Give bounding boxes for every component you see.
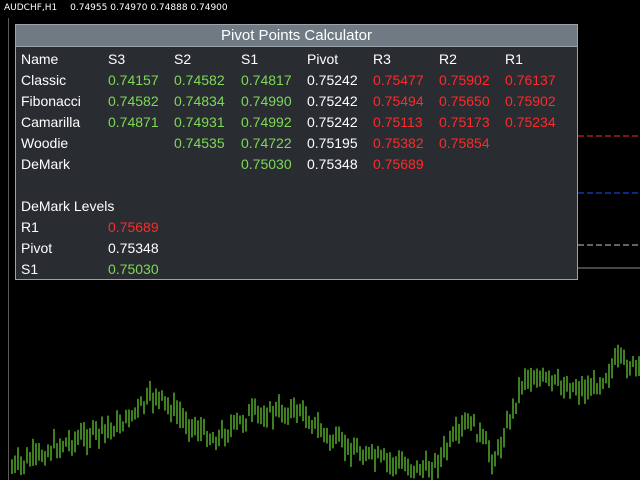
classic-r1: 0.76137	[505, 72, 556, 88]
classic-r3: 0.75477	[373, 72, 424, 88]
fibonacci-r3: 0.75494	[373, 93, 424, 109]
panel-title[interactable]: Pivot Points Calculator	[16, 25, 577, 47]
header-r2: R2	[439, 51, 457, 67]
classic-s3: 0.74157	[108, 72, 159, 88]
camarilla-r2: 0.75173	[439, 114, 490, 130]
woodie-r2: 0.75854	[439, 135, 490, 151]
fibonacci-s3: 0.74582	[108, 93, 159, 109]
demark-r3: 0.75689	[373, 156, 424, 172]
fibonacci-r2: 0.75650	[439, 93, 490, 109]
classic-r2: 0.75902	[439, 72, 490, 88]
fibonacci-s1: 0.74990	[241, 93, 292, 109]
camarilla-s1: 0.74992	[241, 114, 292, 130]
woodie-pivot: 0.75195	[307, 135, 358, 151]
classic-pivot: 0.75242	[307, 72, 358, 88]
camarilla-s2: 0.74931	[174, 114, 225, 130]
woodie-r3: 0.75382	[373, 135, 424, 151]
chart-window[interactable]: AUDCHF,H1 0.74955 0.74970 0.74888 0.7490…	[0, 0, 640, 480]
header-s3: S3	[108, 51, 126, 67]
header-s2: S2	[174, 51, 192, 67]
row-name-camarilla: Camarilla	[21, 114, 81, 130]
ohlc-close: 0.74900	[190, 3, 228, 13]
demark-s1: 0.75030	[241, 156, 292, 172]
header-s1: S1	[241, 51, 259, 67]
fibonacci-s2: 0.74834	[174, 93, 225, 109]
woodie-s2: 0.74535	[174, 135, 225, 151]
chart-symbol: AUDCHF,H1	[4, 3, 58, 13]
camarilla-r1: 0.75234	[505, 114, 556, 130]
pivot-points-panel[interactable]: Pivot Points Calculator Name S3 S2 S1 Pi…	[15, 24, 578, 280]
demark-level-s1-value: 0.75030	[108, 261, 159, 277]
camarilla-pivot: 0.75242	[307, 114, 358, 130]
header-r1: R1	[505, 51, 523, 67]
demark-level-r1-label: R1	[21, 219, 39, 235]
row-name-demark: DeMark	[21, 156, 71, 172]
ohlc-low: 0.74888	[150, 3, 188, 13]
camarilla-s3: 0.74871	[108, 114, 159, 130]
row-name-classic: Classic	[21, 72, 67, 88]
chart-header: AUDCHF,H1 0.74955 0.74970 0.74888 0.7490…	[4, 3, 228, 13]
ohlc-open: 0.74955	[70, 3, 108, 13]
fibonacci-pivot: 0.75242	[307, 93, 358, 109]
header-name: Name	[21, 51, 59, 67]
demark-level-pivot-label: Pivot	[21, 240, 53, 256]
header-pivot: Pivot	[307, 51, 339, 67]
demark-level-r1-value: 0.75689	[108, 219, 159, 235]
camarilla-r3: 0.75113	[373, 114, 423, 130]
classic-s1: 0.74817	[241, 72, 292, 88]
demark-levels-title: DeMark Levels	[21, 198, 115, 214]
row-name-fibonacci: Fibonacci	[21, 93, 81, 109]
woodie-s1: 0.74722	[241, 135, 292, 151]
demark-level-pivot-value: 0.75348	[108, 240, 159, 256]
fibonacci-r1: 0.75902	[505, 93, 556, 109]
demark-level-s1-label: S1	[21, 261, 39, 277]
header-r3: R3	[373, 51, 391, 67]
classic-s2: 0.74582	[174, 72, 225, 88]
demark-pivot: 0.75348	[307, 156, 358, 172]
ohlc-high: 0.74970	[110, 3, 148, 13]
chart-left-border	[8, 18, 9, 480]
row-name-woodie: Woodie	[21, 135, 69, 151]
